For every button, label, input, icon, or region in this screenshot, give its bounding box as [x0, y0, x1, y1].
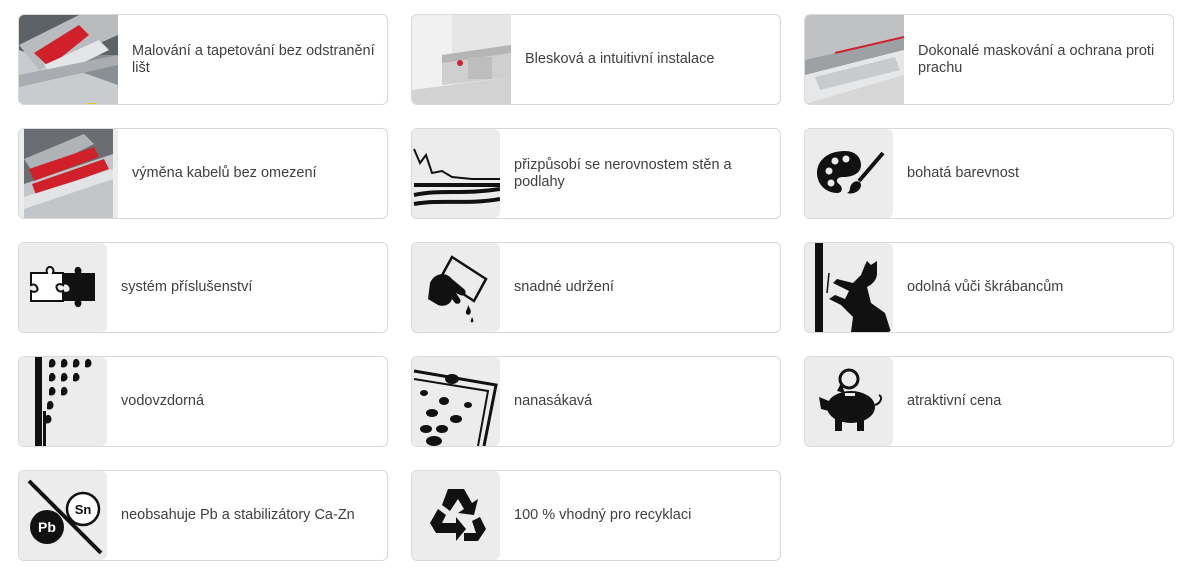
tin-symbol: Sn — [75, 502, 92, 517]
baseboard-masking-photo — [805, 15, 904, 104]
feature-label: výměna kabelů bez omezení — [132, 165, 317, 181]
cat-scratch-icon — [805, 243, 893, 332]
feature-label: systém příslušenství — [121, 279, 253, 295]
feature-card-recycle: 100 % vhodný pro recyklaci — [411, 470, 781, 561]
feature-label: nanasákavá — [514, 393, 593, 409]
palette-icon — [805, 129, 893, 218]
feature-card-lead-free: Sn Pb neobsahuje Pb a stabilizátory Ca-Z… — [18, 470, 388, 561]
feature-label: přizpůsobí se nerovnostem stěn a podlahy — [514, 156, 732, 190]
piggy-bank-icon — [805, 357, 893, 446]
water-drops-icon — [19, 357, 107, 446]
cleaning-hand-icon — [412, 243, 500, 332]
feature-label: 100 % vhodný pro recyklaci — [514, 507, 692, 523]
feature-card-uneven: přizpůsobí se nerovnostem stěn a podlahy — [411, 128, 781, 219]
recycle-icon — [412, 471, 500, 560]
no-lead-icon: Sn Pb — [19, 471, 107, 560]
feature-card-installation: Blesková a intuitivní instalace — [411, 14, 781, 105]
feature-label: odolná vůči škrábancům — [907, 279, 1064, 295]
feature-label: vodovzdorná — [121, 393, 205, 409]
feature-card-nonabsorbent: nanasákavá — [411, 356, 781, 447]
feature-card-masking: Dokonalé maskování a ochrana proti prach… — [804, 14, 1174, 105]
feature-label: Malování a tapetování bez odstranění liš… — [132, 42, 375, 76]
feature-label: Dokonalé maskování a ochrana proti prach… — [918, 42, 1155, 76]
puzzle-icon — [19, 243, 107, 332]
lead-symbol: Pb — [38, 519, 56, 535]
feature-grid: Malování a tapetování bez odstranění liš… — [18, 14, 1174, 561]
baseboard-installation-photo — [412, 15, 511, 104]
uneven-wall-icon — [412, 129, 500, 218]
feature-label: neobsahuje Pb a stabilizátory Ca-Zn — [121, 507, 355, 523]
non-absorbent-icon — [412, 357, 500, 446]
baseboard-cables-photo — [19, 129, 118, 218]
feature-label: snadné udržení — [514, 279, 614, 295]
feature-card-painting: Malování a tapetování bez odstranění liš… — [18, 14, 388, 105]
feature-label: bohatá barevnost — [907, 165, 1020, 181]
baseboard-painting-photo — [19, 15, 118, 104]
feature-card-maintenance: snadné udržení — [411, 242, 781, 333]
feature-card-scratch: odolná vůči škrábancům — [804, 242, 1174, 333]
feature-label: atraktivní cena — [907, 393, 1002, 409]
feature-card-price: atraktivní cena — [804, 356, 1174, 447]
feature-card-cables: výměna kabelů bez omezení — [18, 128, 388, 219]
feature-card-colors: bohatá barevnost — [804, 128, 1174, 219]
feature-label: Blesková a intuitivní instalace — [525, 51, 715, 67]
feature-card-accessories: systém příslušenství — [18, 242, 388, 333]
feature-card-waterproof: vodovzdorná — [18, 356, 388, 447]
